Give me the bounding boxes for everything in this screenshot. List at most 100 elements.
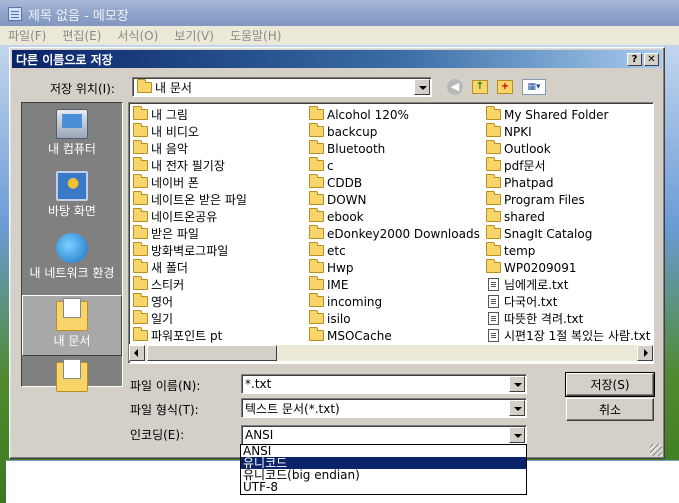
list-item[interactable]: 시편1장 1절 복있는 사람.txt <box>486 327 650 344</box>
list-item-label: Hwp <box>327 260 354 275</box>
resize-grip[interactable] <box>650 444 662 456</box>
list-item[interactable]: 영어 <box>133 293 247 310</box>
menu-format[interactable]: 서식(O) <box>117 27 158 44</box>
list-item[interactable]: Bluetooth <box>309 140 480 157</box>
place-network[interactable]: 내 네트워크 환경 <box>22 233 122 280</box>
list-item[interactable]: CDDB <box>309 174 480 191</box>
encoding-option[interactable]: UTF-8 <box>241 481 526 493</box>
list-item[interactable]: etc <box>309 242 480 259</box>
menu-edit[interactable]: 편집(E) <box>62 27 101 44</box>
computer-icon <box>56 109 88 139</box>
encoding-option[interactable]: 유니코드(big endian) <box>241 469 526 481</box>
folder-icon <box>486 140 501 154</box>
list-item[interactable]: backcup <box>309 123 480 140</box>
list-item[interactable]: 내 비디오 <box>133 123 247 140</box>
back-button[interactable]: ◀ <box>447 79 463 95</box>
list-item[interactable]: My Shared Folder <box>486 106 650 123</box>
scroll-left-button[interactable] <box>129 345 145 361</box>
list-item[interactable]: IME <box>309 276 480 293</box>
encoding-select[interactable]: ANSI <box>241 425 527 445</box>
list-item[interactable]: ebook <box>309 208 480 225</box>
list-item[interactable]: pdf문서 <box>486 157 650 174</box>
list-item[interactable]: 네이트온 받은 파일 <box>133 191 247 208</box>
list-item[interactable]: Program Files <box>486 191 650 208</box>
list-item[interactable]: 네이버 폰 <box>133 174 247 191</box>
folder-icon <box>133 106 148 120</box>
save-button[interactable]: 저장(S) <box>565 372 655 397</box>
place-desktop[interactable]: 바탕 화면 <box>22 171 122 218</box>
list-item[interactable]: MSOCache <box>309 327 480 344</box>
location-combo[interactable]: 내 문서 <box>132 77 432 97</box>
up-folder-button[interactable]: ↑ <box>472 80 488 94</box>
list-item[interactable]: 내 음악 <box>133 140 247 157</box>
horizontal-scrollbar[interactable] <box>129 344 653 361</box>
list-item[interactable]: NPKI <box>486 123 650 140</box>
list-item[interactable]: WP0209091 <box>486 259 650 276</box>
list-item-label: 네이트온공유 <box>151 210 218 224</box>
list-item[interactable]: 파워포인트 pt <box>133 327 247 344</box>
menu-help[interactable]: 도움말(H) <box>230 27 282 44</box>
list-item[interactable]: Phatpad <box>486 174 650 191</box>
notepad-icon <box>8 7 22 21</box>
list-item[interactable]: 받은 파일 <box>133 225 247 242</box>
list-item[interactable]: SnagIt Catalog <box>486 225 650 242</box>
list-item[interactable]: 다국어.txt <box>486 293 650 310</box>
list-item-label: temp <box>504 243 536 258</box>
folder-icon <box>56 359 88 392</box>
list-item-label: isilo <box>327 311 351 326</box>
list-item-label: 내 음악 <box>151 142 188 156</box>
chevron-down-icon[interactable] <box>509 427 525 443</box>
list-item[interactable]: 스티커 <box>133 276 247 293</box>
new-folder-button[interactable]: + <box>497 80 513 94</box>
list-item[interactable]: DOWN <box>309 191 480 208</box>
list-item-label: pdf문서 <box>504 159 546 173</box>
chevron-down-icon[interactable] <box>509 400 525 416</box>
list-item-label: 내 전자 필기장 <box>151 159 225 173</box>
text-file-icon <box>488 295 499 308</box>
folder-icon <box>133 327 148 341</box>
list-item-label: 내 비디오 <box>151 125 199 139</box>
place-folder[interactable] <box>22 359 122 396</box>
network-globe-icon <box>56 233 88 263</box>
list-item[interactable]: 따뜻한 격려.txt <box>486 310 650 327</box>
menu-view[interactable]: 보기(V) <box>174 27 214 44</box>
scroll-right-button[interactable] <box>637 345 653 361</box>
list-item[interactable]: c <box>309 157 480 174</box>
folder-icon <box>133 293 148 307</box>
list-item[interactable]: Alcohol 120% <box>309 106 480 123</box>
close-button[interactable]: ✕ <box>644 53 659 66</box>
file-list[interactable]: 내 그림내 비디오내 음악내 전자 필기장 네이버 폰 네이트온 받은 파일네이트온… <box>128 102 654 364</box>
text-file-icon <box>488 312 499 325</box>
menu-file[interactable]: 파일(F) <box>8 27 46 44</box>
list-item-label: 파워포인트 pt <box>151 329 223 343</box>
list-item[interactable]: eDonkey2000 Downloads <box>309 225 480 242</box>
list-item[interactable]: Outlook <box>486 140 650 157</box>
folder-icon <box>309 140 324 154</box>
list-item-label: Phatpad <box>504 175 554 190</box>
list-item[interactable]: temp <box>486 242 650 259</box>
list-item[interactable]: 새 폴더 <box>133 259 247 276</box>
list-item[interactable]: 내 그림 <box>133 106 247 123</box>
list-item-label: backcup <box>327 124 378 139</box>
text-file-icon <box>488 278 499 291</box>
file-type-select[interactable]: 텍스트 문서(*.txt) <box>241 398 527 418</box>
list-item-label: 일기 <box>151 312 174 326</box>
file-name-input[interactable]: *.txt <box>241 374 527 394</box>
place-my-computer[interactable]: 내 컴퓨터 <box>22 109 122 156</box>
help-button[interactable]: ? <box>627 53 642 66</box>
view-menu-button[interactable]: ▦▾ <box>522 79 546 95</box>
list-item[interactable]: shared <box>486 208 650 225</box>
place-my-documents[interactable]: 내 문서 <box>22 295 122 356</box>
list-item[interactable]: 네이트온공유 <box>133 208 247 225</box>
cancel-button[interactable]: 취소 <box>566 398 654 421</box>
list-item[interactable]: 내 전자 필기장 <box>133 157 247 174</box>
list-item[interactable]: 방화벽로그파일 <box>133 242 247 259</box>
list-item[interactable]: incoming <box>309 293 480 310</box>
list-item[interactable]: 님에게로.txt <box>486 276 650 293</box>
chevron-down-icon[interactable] <box>509 376 525 392</box>
list-item[interactable]: 일기 <box>133 310 247 327</box>
chevron-down-icon[interactable] <box>414 79 430 95</box>
list-item[interactable]: Hwp <box>309 259 480 276</box>
scroll-thumb[interactable] <box>147 345 277 361</box>
list-item[interactable]: isilo <box>309 310 480 327</box>
